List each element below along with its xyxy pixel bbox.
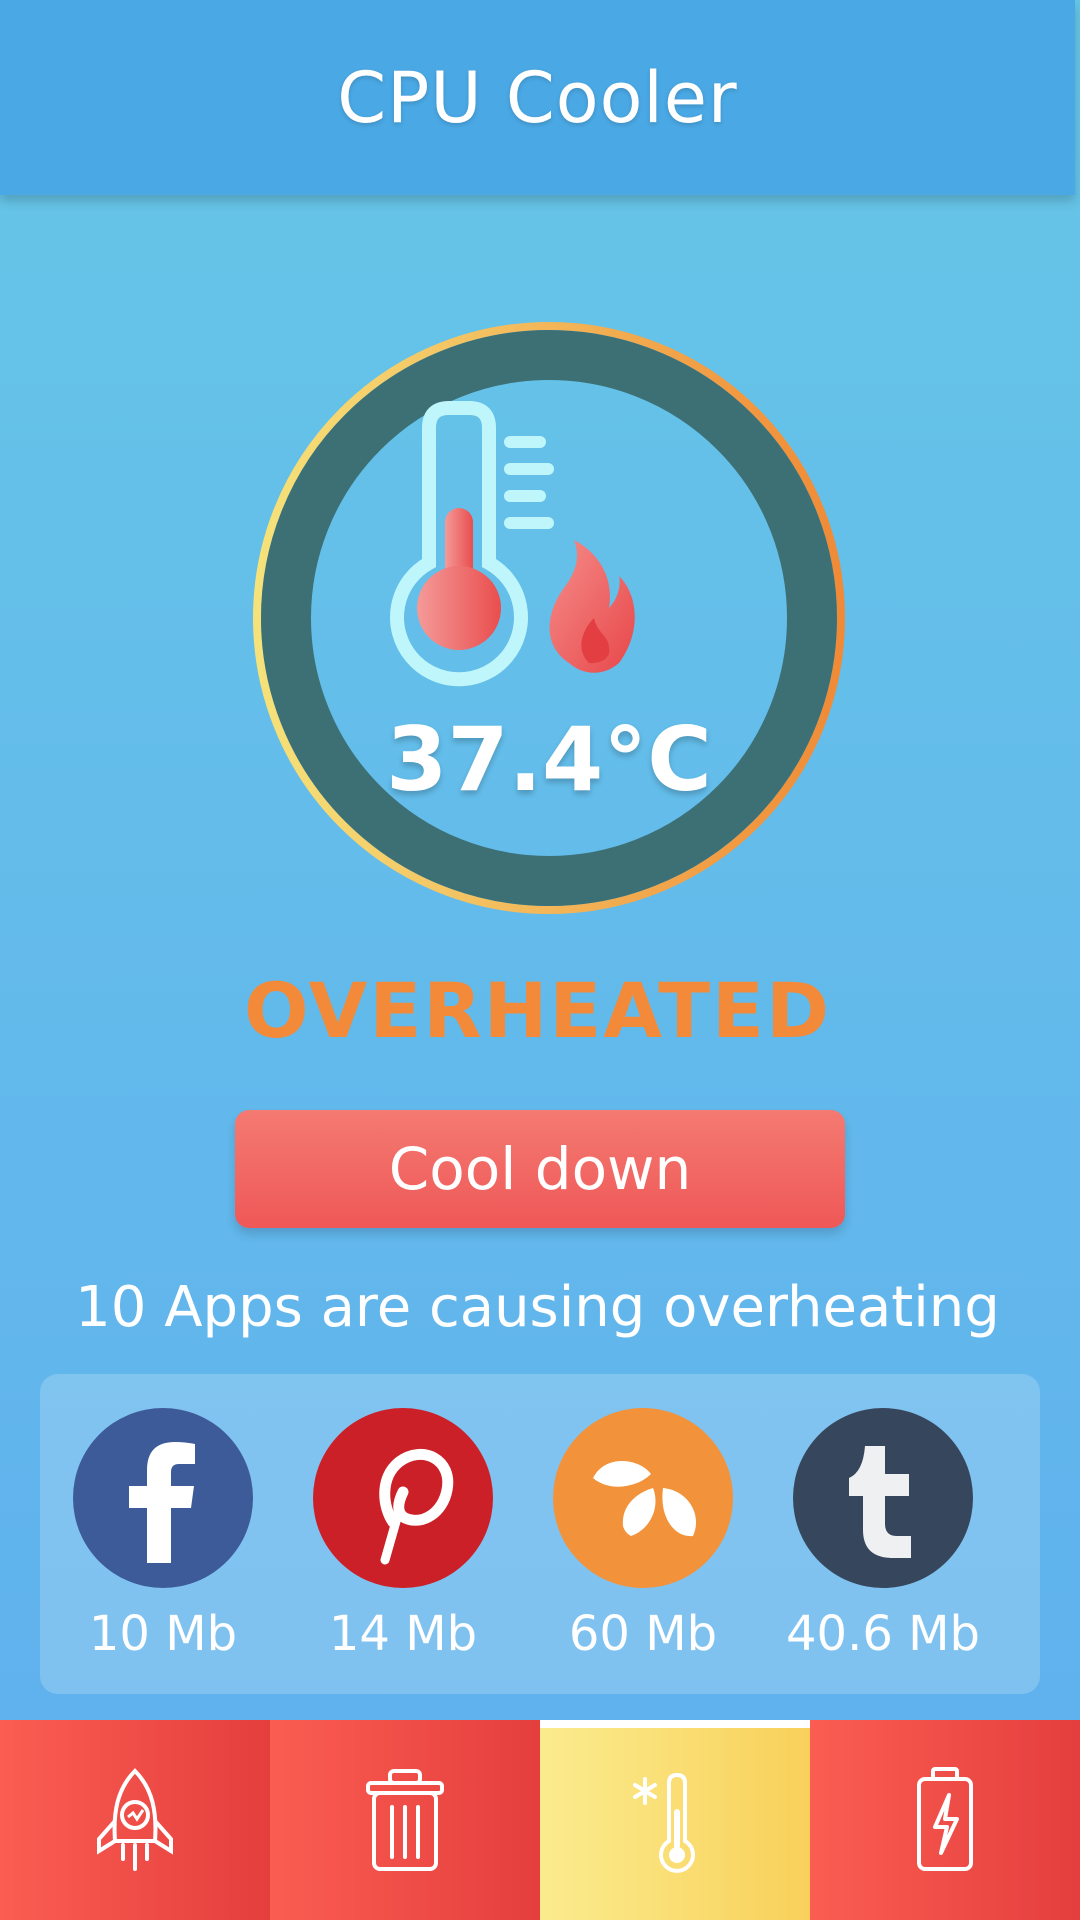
cooler-thermometer-icon bbox=[633, 1772, 695, 1873]
facebook-icon bbox=[73, 1408, 253, 1588]
app-item-tumblr[interactable]: 40.6 Mb bbox=[763, 1408, 1003, 1662]
app-bar: CPU Cooler bbox=[0, 0, 1075, 195]
app-size-swarm: 60 Mb bbox=[568, 1606, 718, 1662]
rocket-boost-icon bbox=[97, 1768, 173, 1871]
thermometer-icon bbox=[390, 401, 554, 687]
page-title: CPU Cooler bbox=[337, 56, 738, 139]
nav-booster[interactable] bbox=[0, 1720, 270, 1920]
temperature-gauge: 37.4°C bbox=[249, 318, 849, 918]
app-item-swarm[interactable]: 60 Mb bbox=[523, 1408, 763, 1662]
cool-down-button[interactable]: Cool down bbox=[235, 1110, 845, 1228]
apps-panel: 10 Mb 14 Mb 60 Mb 40.6 Mb bbox=[40, 1374, 1040, 1694]
nav-battery[interactable] bbox=[810, 1720, 1080, 1920]
nav-cleaner[interactable] bbox=[270, 1720, 540, 1920]
gauge-ring bbox=[253, 322, 845, 914]
flame-icon bbox=[549, 540, 635, 673]
pinterest-icon bbox=[313, 1408, 493, 1588]
status-label: OVERHEATED bbox=[243, 966, 832, 1055]
tumblr-icon bbox=[793, 1408, 973, 1588]
trash-icon bbox=[366, 1769, 444, 1871]
app-size-tumblr: 40.6 Mb bbox=[785, 1606, 980, 1662]
battery-icon bbox=[917, 1767, 973, 1871]
app-size-facebook: 10 Mb bbox=[88, 1606, 238, 1662]
app-item-facebook[interactable]: 10 Mb bbox=[43, 1408, 283, 1662]
app-item-pinterest[interactable]: 14 Mb bbox=[283, 1408, 523, 1662]
swarm-icon bbox=[553, 1408, 733, 1588]
apps-caption: 10 Apps are causing overheating bbox=[75, 1275, 1000, 1340]
nav-cpu-cooler[interactable] bbox=[540, 1720, 810, 1920]
app-size-pinterest: 14 Mb bbox=[328, 1606, 478, 1662]
temperature-value: 37.4°C bbox=[386, 708, 712, 811]
bottom-navigation bbox=[0, 1720, 1080, 1920]
